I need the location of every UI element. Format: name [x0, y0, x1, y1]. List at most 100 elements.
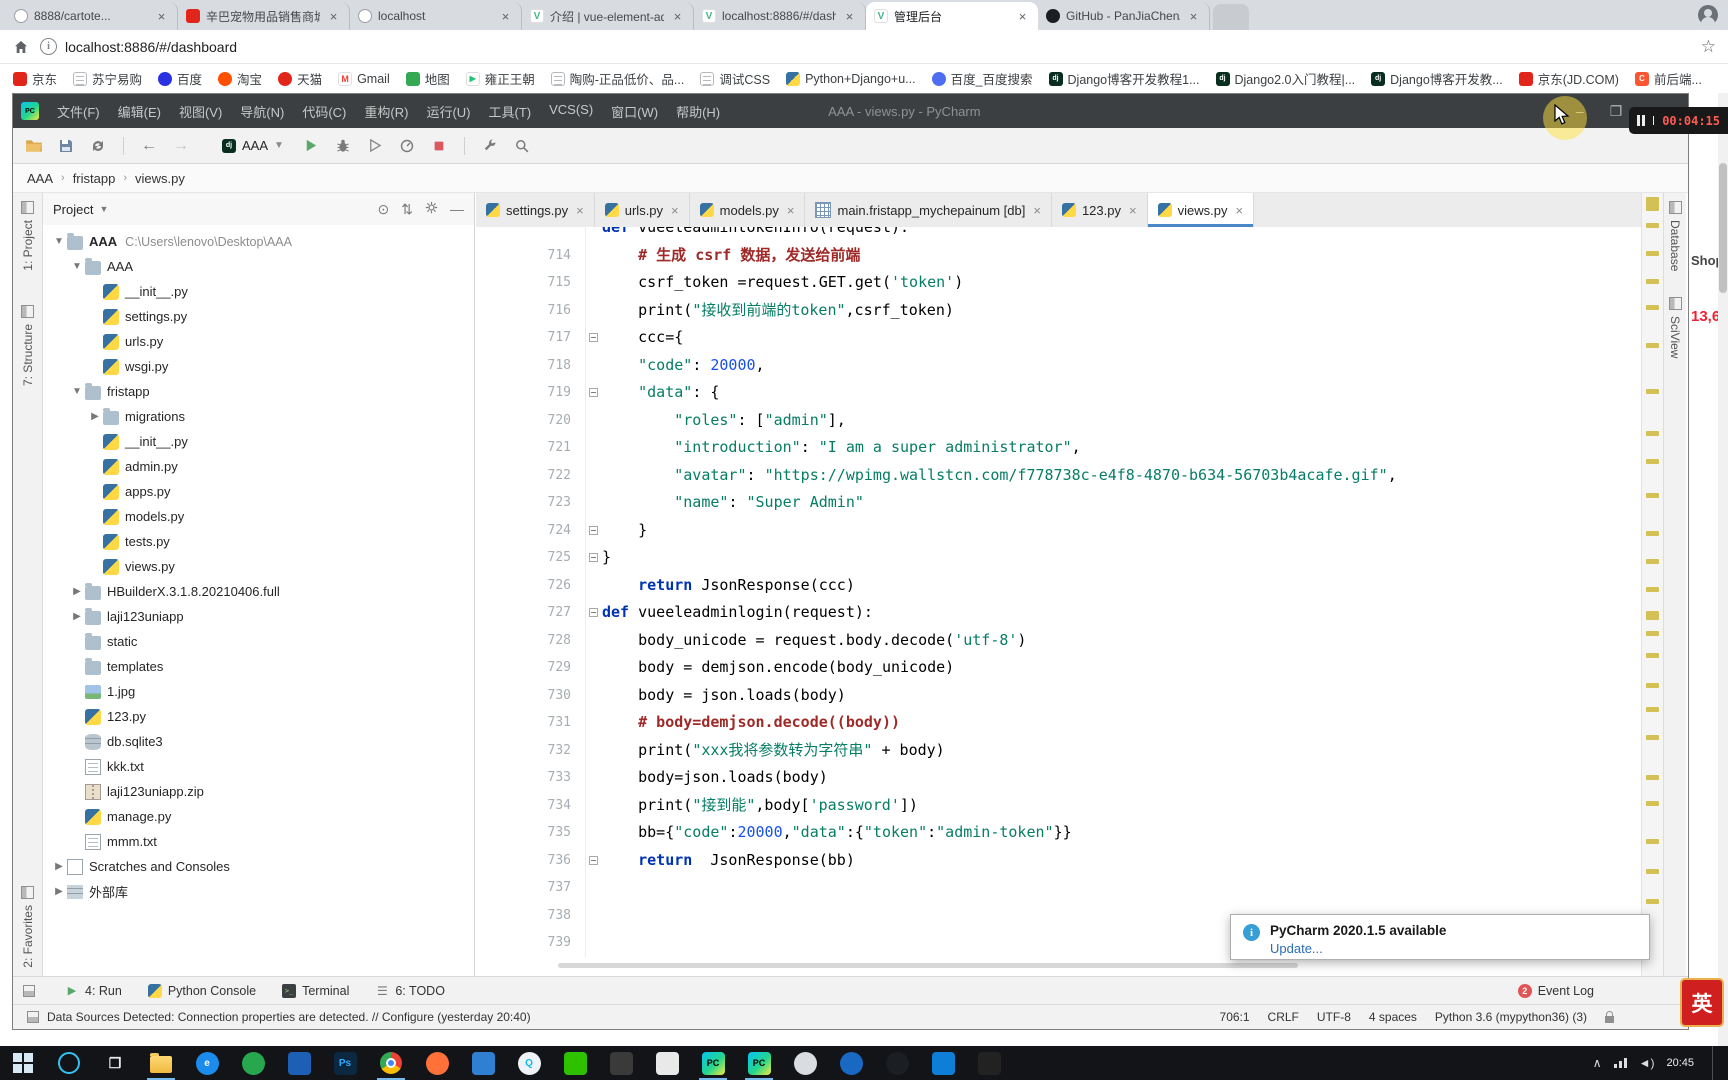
code-line[interactable]: 714 # 生成 csrf 数据，发送给前端: [476, 241, 1641, 269]
bookmark-item[interactable]: 百度_百度搜索: [925, 66, 1040, 91]
code-editor[interactable]: def vueeleadmintokenInfo(request): 714 # …: [476, 227, 1641, 976]
code-line[interactable]: 731 # body=demjson.decode((body)): [476, 709, 1641, 737]
fold-marker-icon[interactable]: [589, 525, 598, 535]
code-line[interactable]: 734 print("接到能",body['password']): [476, 791, 1641, 819]
code-line[interactable]: 730 body = json.loads(body): [476, 681, 1641, 709]
tree-item[interactable]: ▶ laji123uniapp: [43, 604, 474, 629]
code-line[interactable]: 716 print("接收到前端的token",csrf_token): [476, 296, 1641, 324]
ime-language-badge[interactable]: 英: [1680, 978, 1724, 1027]
fold-marker-icon[interactable]: [589, 388, 598, 397]
taskbar-icon-wechat[interactable]: [552, 1046, 598, 1080]
editor-tab[interactable]: views.py ×: [1147, 193, 1255, 227]
show-desktop-button[interactable]: [1712, 1046, 1718, 1080]
run-configuration-select[interactable]: dj AAA ▼: [216, 136, 290, 155]
browser-tab[interactable]: GitHub - PanJiaChen/v... ×: [1038, 2, 1210, 30]
bookmark-star-icon[interactable]: ☆: [1701, 37, 1716, 57]
expand-arrow-icon[interactable]: ▶: [87, 411, 103, 422]
menu-item[interactable]: 重构(R): [356, 99, 416, 124]
status-message[interactable]: Data Sources Detected: Connection proper…: [47, 1010, 531, 1024]
menu-item[interactable]: 工具(T): [480, 99, 539, 124]
taskbar-icon-steam[interactable]: [782, 1046, 828, 1080]
taskbar-icon-firefox[interactable]: [414, 1046, 460, 1080]
tab-close-icon[interactable]: ×: [1235, 203, 1243, 218]
tab-close-icon[interactable]: ×: [1129, 203, 1137, 218]
taskbar-icon-media-dark[interactable]: [966, 1046, 1012, 1080]
project-panel-title[interactable]: Project: [53, 202, 93, 217]
forward-icon[interactable]: →: [170, 135, 192, 157]
bookmark-item[interactable]: dj Django博客开发教...: [1364, 66, 1510, 91]
tab-close-icon[interactable]: ×: [576, 203, 584, 218]
code-line[interactable]: def vueeleadmintokenInfo(request):: [476, 227, 1641, 242]
taskbar-icon-cortana-search[interactable]: [46, 1046, 92, 1080]
taskbar-icon-app-blue-2[interactable]: [460, 1046, 506, 1080]
tab-close-icon[interactable]: ×: [1186, 9, 1201, 24]
tree-item[interactable]: laji123uniapp.zip: [43, 779, 474, 804]
editor-tab[interactable]: models.py ×: [689, 193, 806, 227]
file-encoding[interactable]: UTF-8: [1317, 1010, 1351, 1024]
fold-marker-icon[interactable]: [589, 553, 598, 562]
taskbar-icon-photoshop[interactable]: Ps: [322, 1046, 368, 1080]
tab-close-icon[interactable]: ×: [787, 203, 795, 218]
new-tab-button[interactable]: [1213, 4, 1249, 30]
hide-panel-icon[interactable]: —: [450, 201, 464, 217]
tree-item[interactable]: templates: [43, 654, 474, 679]
code-line[interactable]: 724 }: [476, 516, 1641, 544]
taskbar-icon-app-teal[interactable]: [920, 1046, 966, 1080]
save-icon[interactable]: [55, 135, 77, 157]
browser-tab[interactable]: V 管理后台 ×: [866, 2, 1038, 30]
taskbar-icon-settings-gear[interactable]: [828, 1046, 874, 1080]
debug-icon[interactable]: [332, 135, 354, 157]
browser-tab[interactable]: 8888/cartote... ×: [6, 2, 178, 30]
taskbar-icon-pycharm-1[interactable]: PC: [690, 1046, 736, 1080]
taskbar-clock[interactable]: 20:45: [1666, 1057, 1694, 1069]
scrollbar-marker-strip[interactable]: [1641, 193, 1663, 976]
taskbar-icon-notepad[interactable]: [644, 1046, 690, 1080]
tab-close-icon[interactable]: ×: [326, 9, 341, 24]
tree-item[interactable]: admin.py: [43, 454, 474, 479]
tool-window-button-structure[interactable]: 7: Structure: [21, 304, 35, 386]
url-text[interactable]: localhost:8886/#/dashboard: [65, 39, 237, 55]
taskbar-icon-file-explorer[interactable]: [138, 1046, 184, 1080]
taskbar-icon-start[interactable]: [0, 1046, 46, 1080]
menu-item[interactable]: 窗口(W): [603, 99, 666, 124]
taskbar-icon-app-dark[interactable]: [598, 1046, 644, 1080]
tree-item[interactable]: tests.py: [43, 529, 474, 554]
tree-item[interactable]: ▶ migrations: [43, 404, 474, 429]
code-line[interactable]: 721 "introduction": "I am a super admini…: [476, 434, 1641, 462]
tree-item[interactable]: ▼ AAA: [43, 254, 474, 279]
taskbar-icon-browser-green[interactable]: [230, 1046, 276, 1080]
back-icon[interactable]: ←: [138, 135, 160, 157]
expand-arrow-icon[interactable]: ▶: [69, 611, 85, 622]
bookmark-item[interactable]: 地图: [399, 66, 457, 91]
python-interpreter[interactable]: Python 3.6 (mypython36) (3): [1435, 1010, 1587, 1024]
tree-item[interactable]: manage.py: [43, 804, 474, 829]
network-icon[interactable]: [1613, 1058, 1627, 1068]
tree-item[interactable]: static: [43, 629, 474, 654]
coverage-icon[interactable]: [364, 135, 386, 157]
bookmark-item[interactable]: 调试CSS: [693, 66, 777, 91]
breadcrumb-item[interactable]: fristapp: [73, 171, 116, 186]
bookmark-item[interactable]: 天猫: [271, 66, 329, 91]
code-line[interactable]: 736 return JsonResponse(bb): [476, 846, 1641, 874]
code-line[interactable]: 733 body=json.loads(body): [476, 764, 1641, 792]
menu-item[interactable]: 视图(V): [171, 99, 230, 124]
tool-window-button-database[interactable]: Database: [1668, 201, 1682, 271]
menu-item[interactable]: 运行(U): [418, 99, 478, 124]
tree-item[interactable]: models.py: [43, 504, 474, 529]
code-line[interactable]: 725}: [476, 544, 1641, 572]
tree-item[interactable]: db.sqlite3: [43, 729, 474, 754]
code-line[interactable]: 737: [476, 874, 1641, 902]
code-line[interactable]: 726 return JsonResponse(ccc): [476, 571, 1641, 599]
expand-arrow-icon[interactable]: ▼: [69, 386, 85, 397]
tree-item[interactable]: 1.jpg: [43, 679, 474, 704]
taskbar-icon-pycharm-2[interactable]: PC: [736, 1046, 782, 1080]
browser-tab[interactable]: 辛巴宠物用品销售商城 ×: [178, 2, 350, 30]
menu-item[interactable]: 编辑(E): [110, 99, 169, 124]
tool-window-button-py[interactable]: Python Console: [147, 983, 256, 998]
page-scrollbar[interactable]: [1718, 93, 1728, 1046]
bookmark-item[interactable]: 苏宁易购: [66, 66, 149, 91]
code-line[interactable]: 717 ccc={: [476, 324, 1641, 352]
maximize-button[interactable]: ❐: [1610, 103, 1623, 120]
tool-window-button-term[interactable]: >_ Terminal: [282, 983, 349, 998]
code-line[interactable]: 727 def vueeleadminlogin(request):: [476, 599, 1641, 627]
